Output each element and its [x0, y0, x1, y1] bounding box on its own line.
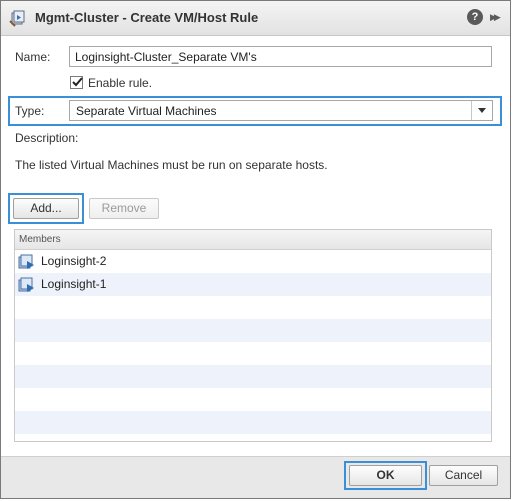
- cancel-button[interactable]: Cancel: [429, 465, 498, 486]
- name-label: Name:: [15, 50, 51, 64]
- name-input[interactable]: [69, 46, 492, 67]
- list-item[interactable]: Loginsight-2: [15, 250, 491, 273]
- add-button[interactable]: Add...: [13, 198, 79, 219]
- create-vm-host-rule-dialog: Mgmt-Cluster - Create VM/Host Rule ? ▶▶ …: [0, 0, 511, 499]
- member-name: Loginsight-1: [41, 277, 107, 291]
- list-item[interactable]: Loginsight-1: [15, 273, 491, 296]
- enable-rule-checkbox[interactable]: [70, 76, 83, 89]
- dialog-titlebar: Mgmt-Cluster - Create VM/Host Rule ? ▶▶: [1, 1, 510, 36]
- empty-row: [15, 388, 491, 411]
- empty-row: [15, 411, 491, 434]
- members-column-header: Members: [15, 230, 491, 250]
- remove-button[interactable]: Remove: [89, 198, 159, 219]
- description-text: The listed Virtual Machines must be run …: [15, 158, 328, 172]
- enable-rule-label: Enable rule.: [88, 76, 153, 90]
- members-list: Members Loginsight-2 Loginsight-1: [14, 229, 492, 442]
- type-select[interactable]: Separate Virtual Machines: [69, 100, 493, 121]
- empty-row: [15, 296, 491, 319]
- help-icon[interactable]: ?: [467, 9, 483, 25]
- type-label: Type:: [15, 104, 45, 118]
- virtual-machine-icon: [18, 277, 36, 293]
- expand-icon[interactable]: ▶▶: [490, 9, 504, 25]
- type-select-value: Separate Virtual Machines: [76, 104, 217, 118]
- description-label: Description:: [15, 131, 79, 145]
- chevron-down-icon[interactable]: [471, 101, 492, 120]
- empty-row: [15, 365, 491, 388]
- member-name: Loginsight-2: [41, 254, 107, 268]
- dialog-title: Mgmt-Cluster - Create VM/Host Rule: [35, 10, 259, 25]
- empty-row: [15, 342, 491, 365]
- empty-row: [15, 319, 491, 342]
- virtual-machine-icon: [18, 254, 36, 270]
- vm-host-rule-icon: [9, 9, 27, 27]
- ok-button[interactable]: OK: [349, 465, 422, 486]
